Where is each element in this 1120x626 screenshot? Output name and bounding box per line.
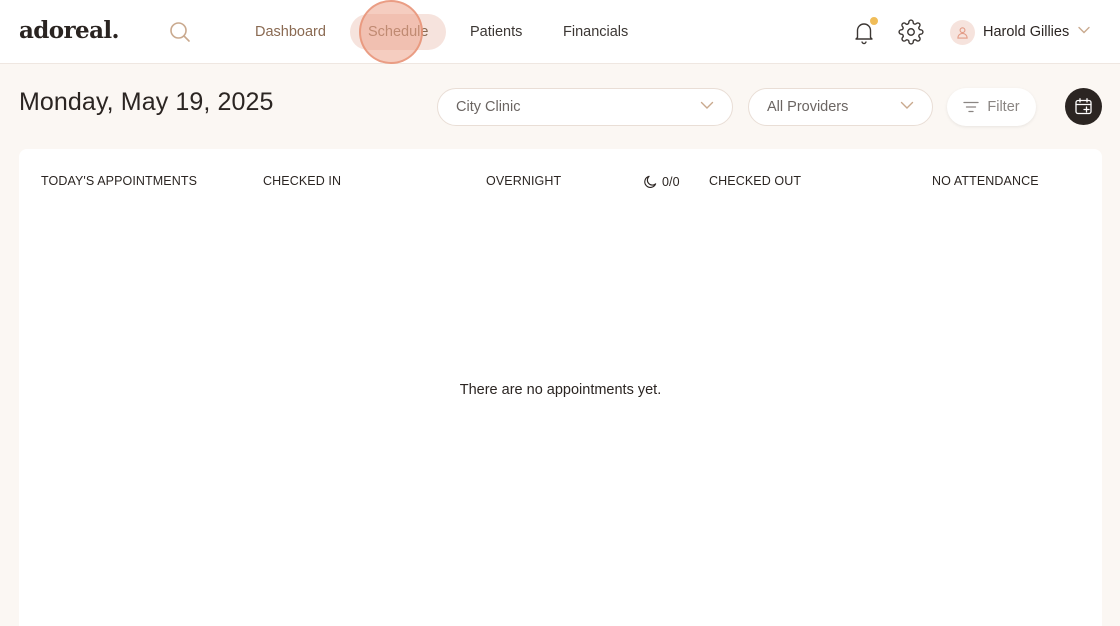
filter-label: Filter [987, 99, 1020, 115]
chevron-down-icon [1077, 23, 1091, 42]
user-name: Harold Gillies [983, 24, 1070, 40]
header-todays-appointments: TODAY'S APPOINTMENTS [41, 174, 198, 188]
overnight-count: 0/0 [643, 174, 680, 189]
header-checked-in: CHECKED IN [263, 174, 342, 188]
provider-select-value: All Providers [767, 99, 849, 115]
gear-icon[interactable] [898, 19, 924, 45]
filter-button[interactable]: Filter [947, 88, 1036, 126]
provider-select[interactable]: All Providers [748, 88, 933, 126]
nav-patients[interactable]: Patients [452, 14, 540, 50]
nav-dashboard[interactable]: Dashboard [237, 14, 344, 50]
page-title-date: Monday, May 19, 2025 [19, 88, 274, 116]
user-icon [950, 19, 975, 45]
appointments-panel: TODAY'S APPOINTMENTS CHECKED IN OVERNIGH… [19, 149, 1102, 626]
header-overnight: OVERNIGHT [486, 174, 562, 188]
add-appointment-button[interactable] [1065, 88, 1102, 125]
moon-icon [644, 175, 657, 188]
header-no-attendance: NO ATTENDANCE [932, 174, 1039, 188]
brand-logo[interactable]: adoreal. [19, 17, 120, 44]
filter-icon [963, 101, 980, 113]
location-select[interactable]: City Clinic [437, 88, 733, 126]
user-menu[interactable]: Harold Gillies [950, 18, 1091, 46]
chevron-down-icon [900, 98, 914, 116]
calendar-add-icon [1074, 97, 1092, 114]
header-checked-out: CHECKED OUT [709, 174, 802, 188]
nav-schedule[interactable]: Schedule [350, 14, 447, 50]
overnight-count-value: 0/0 [662, 174, 680, 189]
notification-dot [869, 16, 879, 26]
chevron-down-icon [700, 98, 714, 116]
location-select-value: City Clinic [456, 99, 521, 115]
search-icon[interactable] [168, 20, 192, 44]
top-navigation-bar: adoreal. Dashboard Schedule Patients Fin… [0, 0, 1120, 64]
empty-state-message: There are no appointments yet. [459, 382, 662, 398]
nav-financials[interactable]: Financials [545, 14, 646, 50]
